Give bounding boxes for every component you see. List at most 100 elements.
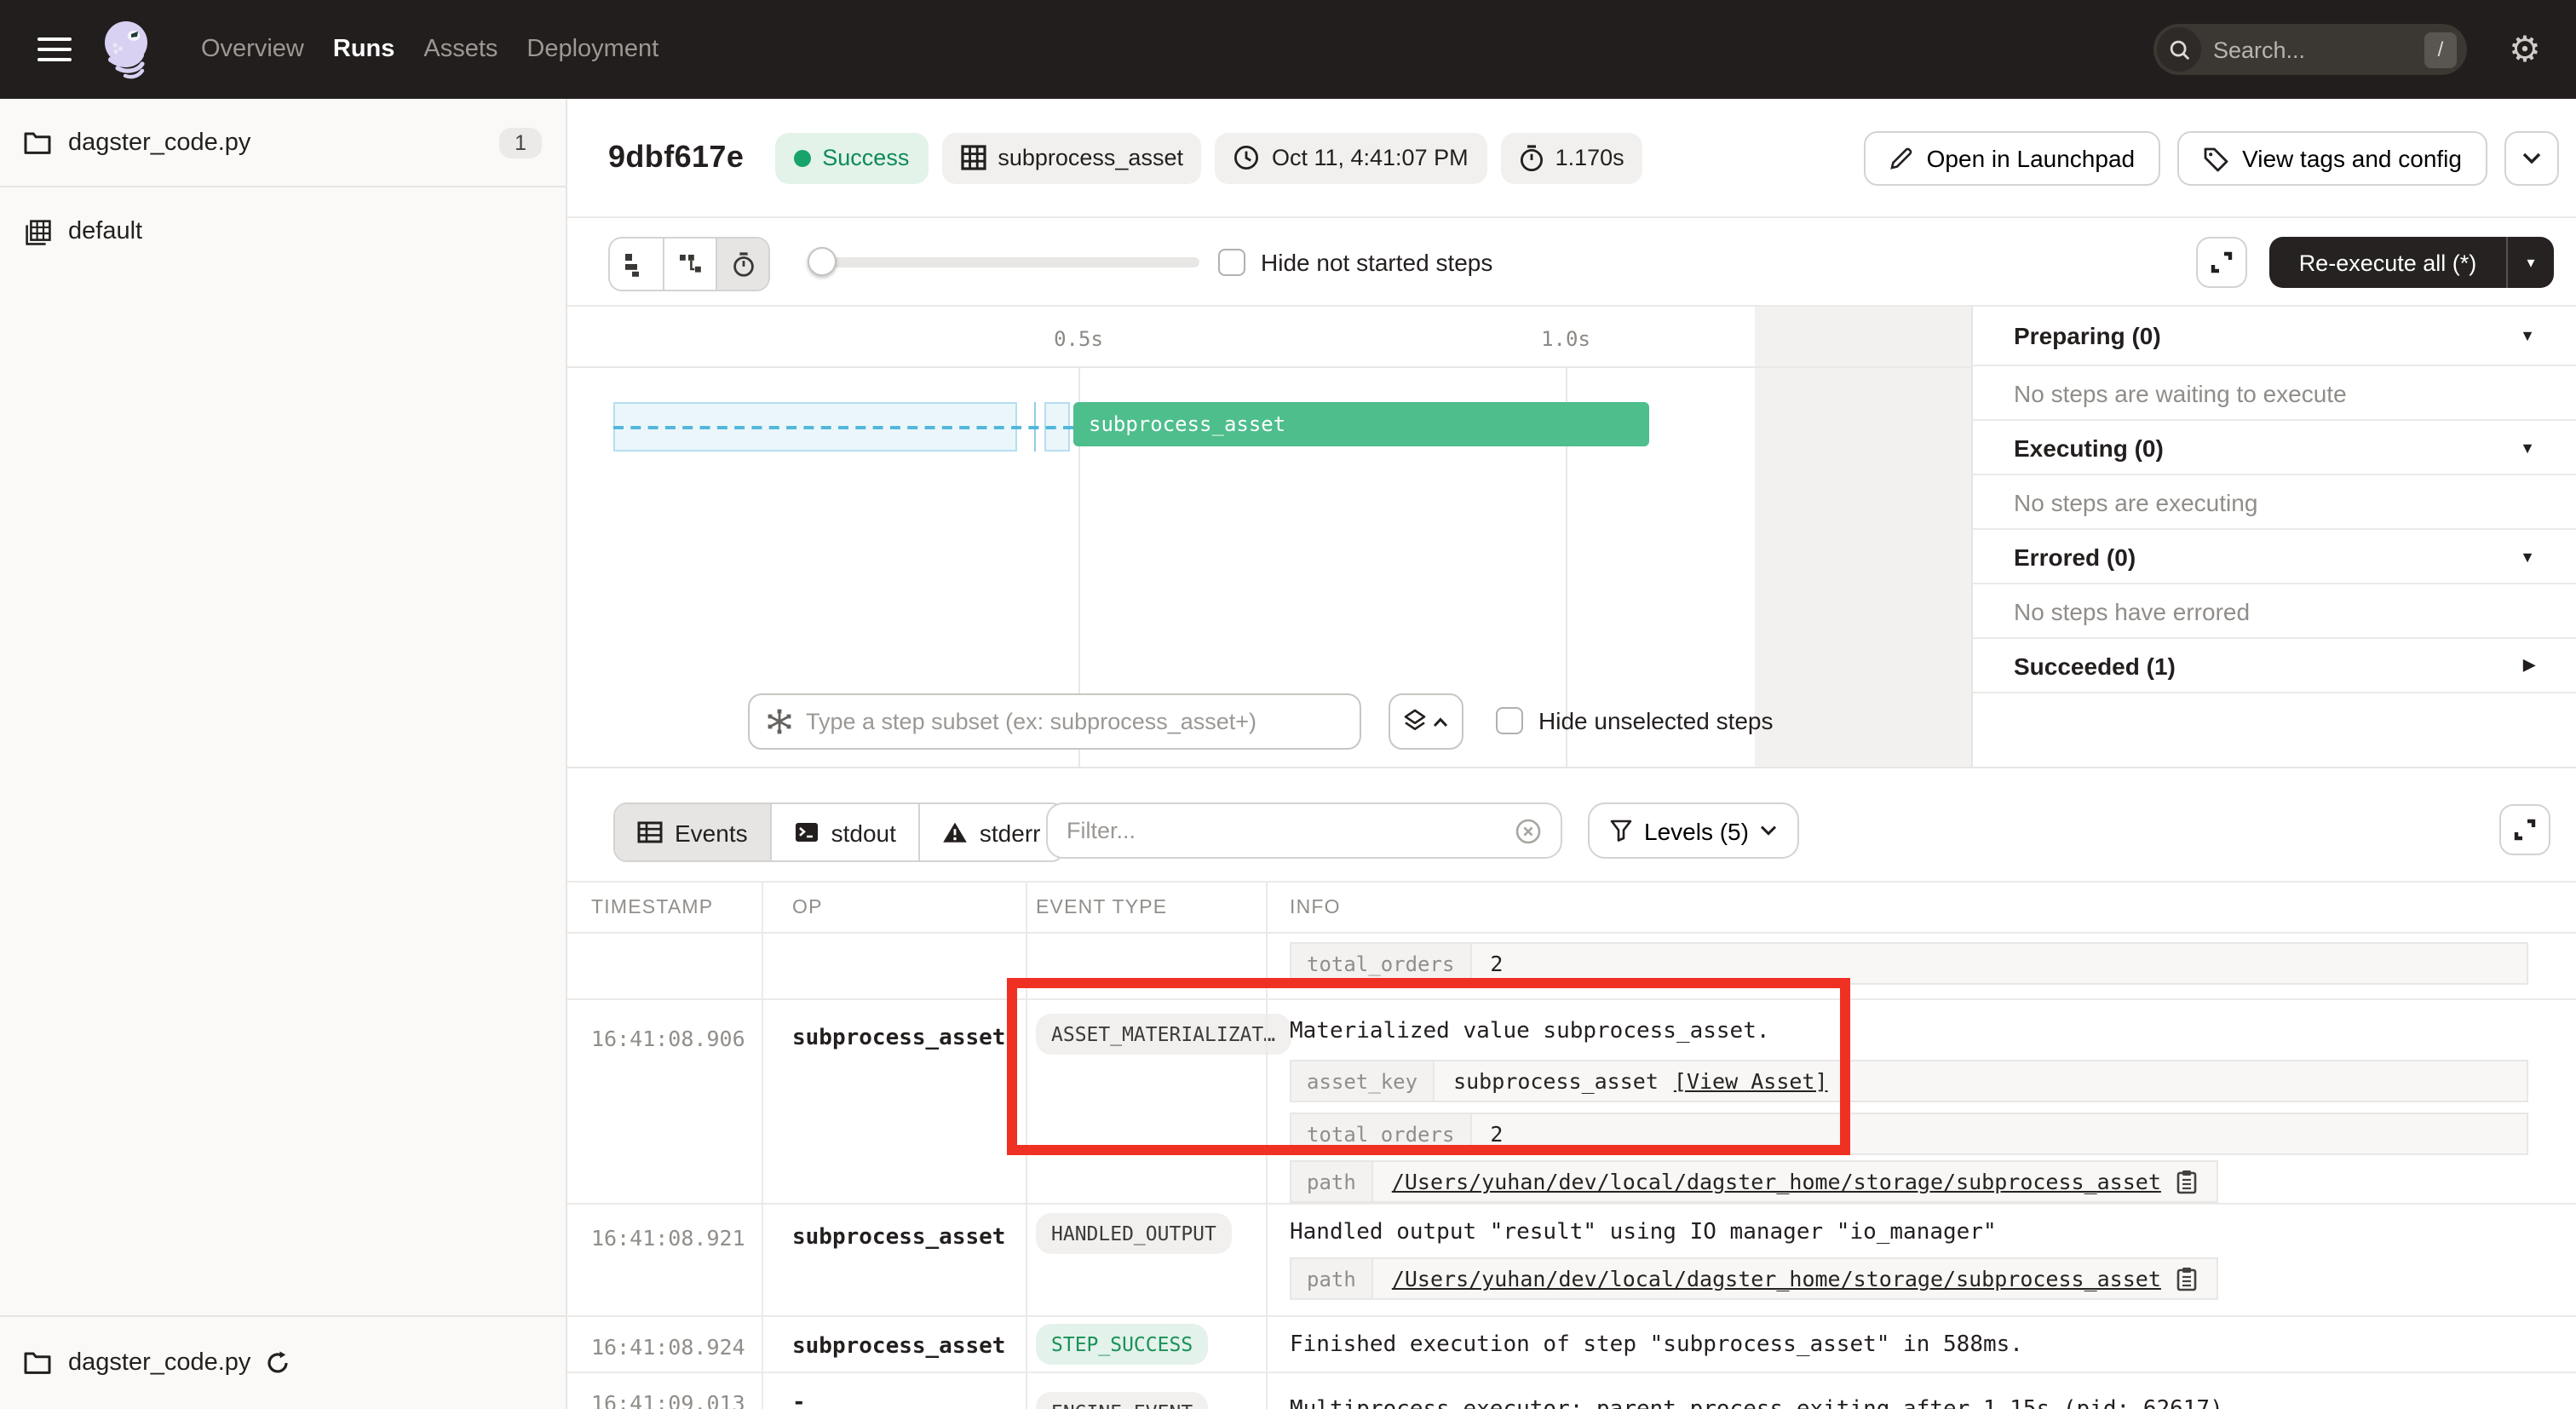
funnel-icon bbox=[1610, 820, 1632, 842]
chevron-down-icon bbox=[1761, 825, 1778, 837]
caret-expanded-icon: ▼ bbox=[2520, 327, 2535, 344]
hide-unselected-checkbox[interactable] bbox=[1496, 707, 1523, 734]
event-op: subprocess_asset bbox=[792, 1225, 1005, 1251]
event-message: Handled output "result" using IO manager… bbox=[1290, 1220, 2576, 1245]
chevron-down-icon bbox=[2521, 152, 2542, 165]
summary-message-errored: No steps have errored bbox=[1973, 584, 2576, 639]
clear-filter-icon[interactable] bbox=[1515, 817, 1542, 844]
job-icon bbox=[26, 219, 51, 244]
path-link[interactable]: /Users/yuhan/dev/local/dagster_home/stor… bbox=[1392, 1169, 2161, 1194]
search-input[interactable] bbox=[2213, 37, 2424, 62]
summary-section-executing[interactable]: Executing (0) ▼ bbox=[1973, 421, 2576, 475]
pencil-icon bbox=[1889, 147, 1913, 170]
nav-link-runs[interactable]: Runs bbox=[333, 36, 395, 63]
event-timestamp: 16:41:08.924 bbox=[591, 1334, 745, 1360]
view-mode-waterfall-icon[interactable] bbox=[663, 239, 716, 290]
event-message: Materialized value subprocess_asset. bbox=[1290, 1019, 2576, 1044]
copy-icon[interactable] bbox=[2176, 1266, 2199, 1291]
graph-query-toggle-button[interactable] bbox=[1389, 693, 1463, 750]
timer-icon bbox=[1520, 144, 1544, 171]
slider-handle[interactable] bbox=[808, 247, 837, 276]
step-subset-input[interactable] bbox=[806, 709, 1343, 734]
gantt-overflow-zone bbox=[1755, 307, 1971, 767]
event-row-engine-event[interactable]: 16:41:09.013 - ENGINE_EVENT Multiprocess… bbox=[567, 1373, 2576, 1409]
reexecute-dropdown-caret[interactable]: ▾ bbox=[2508, 253, 2554, 272]
step-subset-input-wrap[interactable] bbox=[748, 693, 1361, 750]
hide-not-started-checkbox-row[interactable]: Hide not started steps bbox=[1218, 249, 1492, 276]
nav-link-assets[interactable]: Assets bbox=[423, 36, 497, 63]
gantt-tick-1.0s: 1.0s bbox=[1541, 327, 1590, 351]
gantt-step-bar[interactable]: subprocess_asset bbox=[1073, 402, 1649, 446]
gantt-zoom-slider[interactable] bbox=[811, 257, 1199, 267]
hamburger-menu-icon[interactable] bbox=[37, 37, 72, 61]
view-mode-flat-icon[interactable] bbox=[610, 239, 663, 290]
layers-icon bbox=[1404, 709, 1426, 734]
event-row-asset-materialization[interactable]: 16:41:08.906 subprocess_asset ASSET_MATE… bbox=[567, 1000, 2576, 1205]
run-actions-chevron-button[interactable] bbox=[2504, 131, 2559, 186]
run-id: 9dbf617e bbox=[608, 140, 744, 175]
run-target-badge[interactable]: subprocess_asset bbox=[941, 132, 1202, 183]
hide-unselected-checkbox-row[interactable]: Hide unselected steps bbox=[1496, 707, 1774, 734]
event-row-handled-output[interactable]: 16:41:08.921 subprocess_asset HANDLED_OU… bbox=[567, 1205, 2576, 1317]
summary-section-preparing[interactable]: Preparing (0) ▼ bbox=[1973, 307, 2576, 366]
event-timestamp: 16:41:08.906 bbox=[591, 1026, 745, 1051]
summary-message-executing: No steps are executing bbox=[1973, 475, 2576, 530]
run-timestamp-badge: Oct 11, 4:41:07 PM bbox=[1216, 132, 1487, 183]
log-view-tabs: Events stdout stderr bbox=[613, 802, 1065, 862]
gantt-tick-0.5s: 0.5s bbox=[1054, 327, 1103, 351]
gantt-view-mode-group bbox=[608, 237, 770, 291]
refresh-icon[interactable] bbox=[266, 1351, 290, 1375]
nav-links: Overview Runs Assets Deployment bbox=[201, 36, 658, 63]
events-expand-button[interactable] bbox=[2499, 804, 2550, 855]
gear-icon[interactable]: ⚙ bbox=[2504, 29, 2545, 70]
event-type-badge: STEP_SUCCESS bbox=[1036, 1324, 1208, 1365]
search-icon bbox=[2157, 27, 2201, 72]
sidebar-code-location[interactable]: dagster_code.py 1 bbox=[0, 99, 566, 187]
event-row-partial[interactable]: total_orders 2 bbox=[567, 934, 2576, 1000]
reexecute-all-button[interactable]: Re-execute all (*) ▾ bbox=[2269, 237, 2554, 288]
global-search[interactable]: / bbox=[2153, 24, 2467, 75]
events-section: Events stdout stderr bbox=[567, 767, 2576, 1409]
code-location-name: dagster_code.py bbox=[68, 129, 250, 156]
event-message: Multiprocess executor: parent process ex… bbox=[1290, 1397, 2576, 1409]
hide-not-started-checkbox[interactable] bbox=[1218, 249, 1245, 276]
view-mode-timed-icon[interactable] bbox=[716, 239, 768, 290]
caret-expanded-icon: ▼ bbox=[2520, 548, 2535, 565]
log-filter[interactable] bbox=[1046, 802, 1562, 859]
folder-icon bbox=[24, 130, 51, 154]
sidebar-footer: dagster_code.py bbox=[0, 1315, 566, 1409]
gantt-expand-button[interactable] bbox=[2196, 237, 2247, 288]
sidebar-item-default-job[interactable]: default bbox=[0, 208, 566, 256]
clock-icon bbox=[1234, 145, 1260, 170]
event-table-header: TIMESTAMP OP EVENT TYPE INFO bbox=[567, 881, 2576, 934]
levels-filter-button[interactable]: Levels (5) bbox=[1588, 802, 1800, 859]
tab-events[interactable]: Events bbox=[615, 804, 770, 860]
view-asset-link[interactable]: [View Asset] bbox=[1674, 1068, 1828, 1094]
dagster-logo[interactable] bbox=[99, 17, 157, 82]
nav-link-overview[interactable]: Overview bbox=[201, 36, 304, 63]
tab-stderr[interactable]: stderr bbox=[918, 804, 1063, 860]
summary-message-preparing: No steps are waiting to execute bbox=[1973, 366, 2576, 421]
caret-expanded-icon: ▼ bbox=[2520, 439, 2535, 456]
run-header: 9dbf617e Success subprocess_asset bbox=[567, 99, 2576, 218]
summary-section-errored[interactable]: Errored (0) ▼ bbox=[1973, 530, 2576, 584]
metadata-kv-path: path /Users/yuhan/dev/local/dagster_home… bbox=[1290, 1257, 2219, 1300]
col-event-type: EVENT TYPE bbox=[1026, 897, 1266, 917]
code-location-count-badge: 1 bbox=[499, 127, 542, 158]
expand-icon bbox=[2210, 250, 2234, 274]
event-message: Finished execution of step "subprocess_a… bbox=[1290, 1332, 2576, 1358]
top-nav: Overview Runs Assets Deployment / ⚙ bbox=[0, 0, 2576, 99]
summary-section-succeeded[interactable]: Succeeded (1) ▶ bbox=[1973, 639, 2576, 693]
log-filter-input[interactable] bbox=[1067, 818, 1515, 843]
nav-link-deployment[interactable]: Deployment bbox=[526, 36, 658, 63]
event-row-step-success[interactable]: 16:41:08.924 subprocess_asset STEP_SUCCE… bbox=[567, 1317, 2576, 1373]
view-tags-config-button[interactable]: View tags and config bbox=[2177, 131, 2487, 186]
path-link[interactable]: /Users/yuhan/dev/local/dagster_home/stor… bbox=[1392, 1266, 2161, 1291]
copy-icon[interactable] bbox=[2176, 1169, 2199, 1194]
event-type-badge: ENGINE_EVENT bbox=[1036, 1392, 1208, 1409]
folder-icon bbox=[24, 1351, 51, 1375]
open-in-launchpad-button[interactable]: Open in Launchpad bbox=[1864, 131, 2160, 186]
tab-stdout[interactable]: stdout bbox=[770, 804, 918, 860]
event-op: subprocess_asset bbox=[792, 1334, 1005, 1360]
footer-code-location-name: dagster_code.py bbox=[68, 1349, 250, 1377]
